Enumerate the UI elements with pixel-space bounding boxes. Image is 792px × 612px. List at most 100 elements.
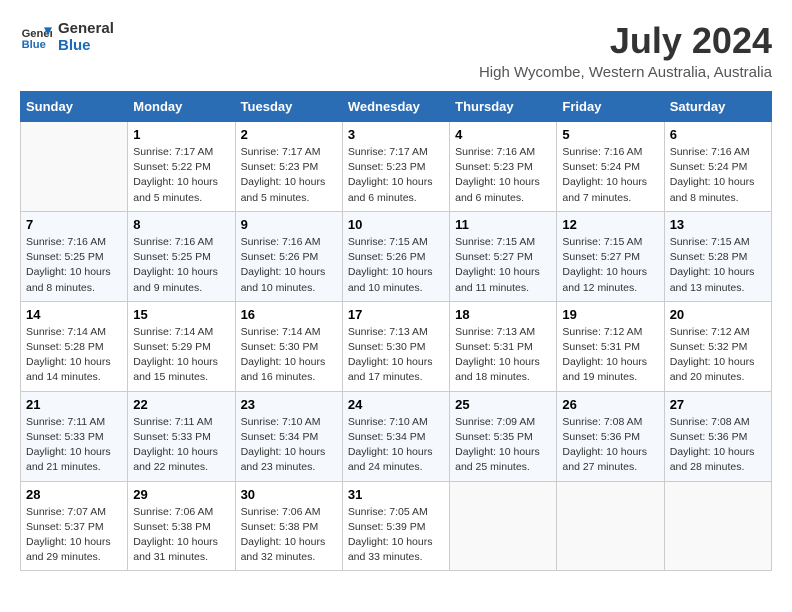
day-number: 13: [670, 217, 766, 232]
day-info: Sunrise: 7:14 AMSunset: 5:28 PMDaylight:…: [26, 325, 122, 386]
day-info: Sunrise: 7:16 AMSunset: 5:25 PMDaylight:…: [26, 235, 122, 296]
day-number: 24: [348, 397, 444, 412]
logo-blue: Blue: [58, 37, 114, 54]
day-number: 11: [455, 217, 551, 232]
calendar-cell: 23 Sunrise: 7:10 AMSunset: 5:34 PMDayligh…: [235, 391, 342, 481]
calendar-cell: 19Sunrise: 7:12 AMSunset: 5:31 PMDayligh…: [557, 301, 664, 391]
calendar-cell: 6 Sunrise: 7:16 AMSunset: 5:24 PMDaylight…: [664, 122, 771, 212]
calendar-cell: 22 Sunrise: 7:11 AMSunset: 5:33 PMDayligh…: [128, 391, 235, 481]
calendar-cell: 4 Sunrise: 7:16 AMSunset: 5:23 PMDaylight…: [450, 122, 557, 212]
title-area: July 2024 High Wycombe, Western Australi…: [479, 20, 772, 81]
day-info: Sunrise: 7:13 AMSunset: 5:30 PMDaylight:…: [348, 325, 444, 386]
day-info: Sunrise: 7:15 AMSunset: 5:27 PMDaylight:…: [455, 235, 551, 296]
calendar-cell: 16 Sunrise: 7:14 AMSunset: 5:30 PMDayligh…: [235, 301, 342, 391]
calendar-table: SundayMondayTuesdayWednesdayThursdayFrid…: [20, 91, 772, 571]
weekday-header-friday: Friday: [557, 92, 664, 122]
day-info: Sunrise: 7:06 AMSunset: 5:38 PMDaylight:…: [133, 505, 229, 566]
calendar-cell: 15 Sunrise: 7:14 AMSunset: 5:29 PMDayligh…: [128, 301, 235, 391]
calendar-cell: 2 Sunrise: 7:17 AMSunset: 5:23 PMDaylight…: [235, 122, 342, 212]
day-number: 19: [562, 307, 658, 322]
calendar-cell: 28Sunrise: 7:07 AMSunset: 5:37 PMDayligh…: [21, 481, 128, 571]
day-info: Sunrise: 7:15 AMSunset: 5:26 PMDaylight:…: [348, 235, 444, 296]
calendar-cell: 1 Sunrise: 7:17 AMSunset: 5:22 PMDaylight…: [128, 122, 235, 212]
calendar-cell: [450, 481, 557, 571]
calendar-cell: 26 Sunrise: 7:08 AMSunset: 5:36 PMDayligh…: [557, 391, 664, 481]
logo-icon: General Blue: [20, 21, 52, 53]
day-info: Sunrise: 7:07 AMSunset: 5:37 PMDaylight:…: [26, 505, 122, 566]
calendar-cell: 20Sunrise: 7:12 AMSunset: 5:32 PMDayligh…: [664, 301, 771, 391]
calendar-cell: 3 Sunrise: 7:17 AMSunset: 5:23 PMDaylight…: [342, 122, 449, 212]
day-number: 5: [562, 127, 658, 142]
calendar-week-row: 7 Sunrise: 7:16 AMSunset: 5:25 PMDaylight…: [21, 211, 772, 301]
day-info: Sunrise: 7:10 AMSunset: 5:34 PMDaylight:…: [241, 415, 337, 476]
calendar-cell: 7 Sunrise: 7:16 AMSunset: 5:25 PMDaylight…: [21, 211, 128, 301]
day-number: 17: [348, 307, 444, 322]
weekday-header-row: SundayMondayTuesdayWednesdayThursdayFrid…: [21, 92, 772, 122]
calendar-cell: 24Sunrise: 7:10 AMSunset: 5:34 PMDayligh…: [342, 391, 449, 481]
calendar-cell: 12Sunrise: 7:15 AMSunset: 5:27 PMDayligh…: [557, 211, 664, 301]
calendar-cell: [557, 481, 664, 571]
day-number: 4: [455, 127, 551, 142]
day-number: 12: [562, 217, 658, 232]
day-number: 15: [133, 307, 229, 322]
location: High Wycombe, Western Australia, Austral…: [479, 64, 772, 81]
calendar-cell: 13 Sunrise: 7:15 AMSunset: 5:28 PMDayligh…: [664, 211, 771, 301]
day-number: 1: [133, 127, 229, 142]
calendar-cell: 30Sunrise: 7:06 AMSunset: 5:38 PMDayligh…: [235, 481, 342, 571]
calendar-cell: 14Sunrise: 7:14 AMSunset: 5:28 PMDayligh…: [21, 301, 128, 391]
page-header: General Blue General Blue July 2024 High…: [20, 20, 772, 81]
calendar-cell: 25Sunrise: 7:09 AMSunset: 5:35 PMDayligh…: [450, 391, 557, 481]
calendar-cell: 9 Sunrise: 7:16 AMSunset: 5:26 PMDaylight…: [235, 211, 342, 301]
day-number: 31: [348, 487, 444, 502]
weekday-header-tuesday: Tuesday: [235, 92, 342, 122]
calendar-cell: 21Sunrise: 7:11 AMSunset: 5:33 PMDayligh…: [21, 391, 128, 481]
day-info: Sunrise: 7:15 AMSunset: 5:28 PMDaylight:…: [670, 235, 766, 296]
day-info: Sunrise: 7:17 AMSunset: 5:23 PMDaylight:…: [241, 145, 337, 206]
day-info: Sunrise: 7:05 AMSunset: 5:39 PMDaylight:…: [348, 505, 444, 566]
day-number: 20: [670, 307, 766, 322]
calendar-cell: 18Sunrise: 7:13 AMSunset: 5:31 PMDayligh…: [450, 301, 557, 391]
day-number: 8: [133, 217, 229, 232]
day-info: Sunrise: 7:16 AMSunset: 5:25 PMDaylight:…: [133, 235, 229, 296]
logo: General Blue General Blue: [20, 20, 114, 54]
day-info: Sunrise: 7:17 AMSunset: 5:22 PMDaylight:…: [133, 145, 229, 206]
day-number: 23: [241, 397, 337, 412]
day-number: 21: [26, 397, 122, 412]
day-number: 16: [241, 307, 337, 322]
day-info: Sunrise: 7:08 AMSunset: 5:36 PMDaylight:…: [562, 415, 658, 476]
calendar-week-row: 14Sunrise: 7:14 AMSunset: 5:28 PMDayligh…: [21, 301, 772, 391]
day-info: Sunrise: 7:16 AMSunset: 5:26 PMDaylight:…: [241, 235, 337, 296]
day-number: 7: [26, 217, 122, 232]
day-info: Sunrise: 7:17 AMSunset: 5:23 PMDaylight:…: [348, 145, 444, 206]
day-info: Sunrise: 7:16 AMSunset: 5:23 PMDaylight:…: [455, 145, 551, 206]
calendar-cell: 5 Sunrise: 7:16 AMSunset: 5:24 PMDaylight…: [557, 122, 664, 212]
weekday-header-thursday: Thursday: [450, 92, 557, 122]
day-info: Sunrise: 7:08 AMSunset: 5:36 PMDaylight:…: [670, 415, 766, 476]
day-number: 2: [241, 127, 337, 142]
day-number: 3: [348, 127, 444, 142]
day-number: 30: [241, 487, 337, 502]
day-info: Sunrise: 7:14 AMSunset: 5:30 PMDaylight:…: [241, 325, 337, 386]
day-number: 9: [241, 217, 337, 232]
day-info: Sunrise: 7:16 AMSunset: 5:24 PMDaylight:…: [670, 145, 766, 206]
calendar-cell: 10Sunrise: 7:15 AMSunset: 5:26 PMDayligh…: [342, 211, 449, 301]
calendar-cell: 17 Sunrise: 7:13 AMSunset: 5:30 PMDayligh…: [342, 301, 449, 391]
month-title: July 2024: [479, 20, 772, 62]
calendar-cell: 8 Sunrise: 7:16 AMSunset: 5:25 PMDaylight…: [128, 211, 235, 301]
day-info: Sunrise: 7:14 AMSunset: 5:29 PMDaylight:…: [133, 325, 229, 386]
day-number: 22: [133, 397, 229, 412]
calendar-week-row: 28Sunrise: 7:07 AMSunset: 5:37 PMDayligh…: [21, 481, 772, 571]
calendar-cell: 11 Sunrise: 7:15 AMSunset: 5:27 PMDayligh…: [450, 211, 557, 301]
day-number: 18: [455, 307, 551, 322]
weekday-header-wednesday: Wednesday: [342, 92, 449, 122]
day-number: 26: [562, 397, 658, 412]
svg-text:Blue: Blue: [22, 39, 46, 51]
calendar-cell: [21, 122, 128, 212]
weekday-header-monday: Monday: [128, 92, 235, 122]
day-info: Sunrise: 7:16 AMSunset: 5:24 PMDaylight:…: [562, 145, 658, 206]
calendar-week-row: 1 Sunrise: 7:17 AMSunset: 5:22 PMDaylight…: [21, 122, 772, 212]
day-number: 29: [133, 487, 229, 502]
day-info: Sunrise: 7:11 AMSunset: 5:33 PMDaylight:…: [133, 415, 229, 476]
day-number: 6: [670, 127, 766, 142]
day-number: 27: [670, 397, 766, 412]
